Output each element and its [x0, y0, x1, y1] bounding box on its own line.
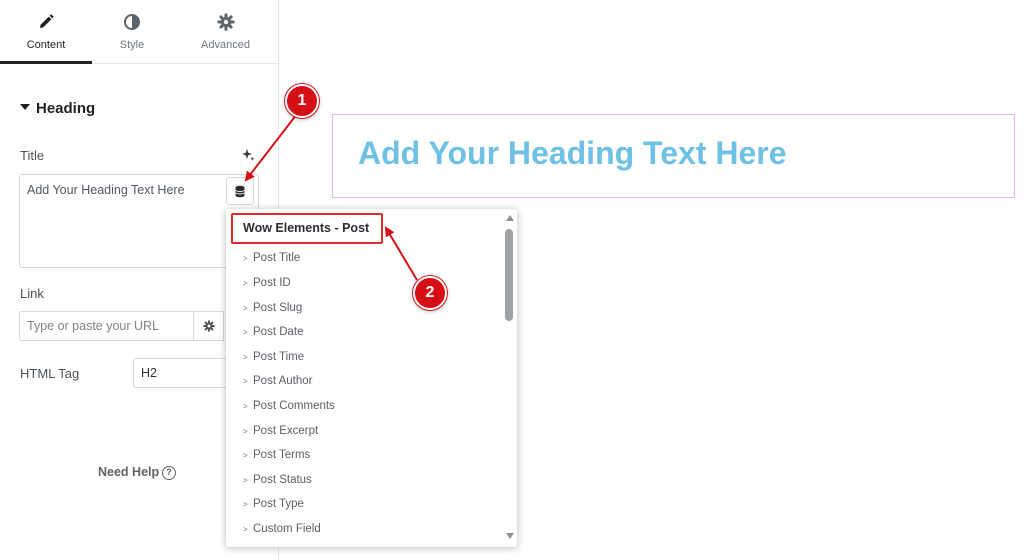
- dropdown-item-label: Post Author: [253, 375, 313, 387]
- callout-badge-2: 2: [413, 276, 447, 310]
- dropdown-item-label: Post ID: [253, 277, 291, 289]
- dropdown-item-label: Post Terms: [253, 449, 311, 461]
- dropdown-item-label: Post Type: [253, 498, 304, 510]
- title-textarea[interactable]: Add Your Heading Text Here: [19, 174, 259, 268]
- dropdown-scrollbar[interactable]: [502, 209, 517, 547]
- preview-heading-text: Add Your Heading Text Here: [358, 135, 787, 171]
- dropdown-item-post-status[interactable]: > Post Status: [243, 474, 312, 486]
- tab-content[interactable]: Content: [0, 0, 92, 64]
- html-tag-label: HTML Tag: [20, 366, 80, 381]
- pencil-icon: [40, 14, 54, 28]
- scroll-down-arrow-icon[interactable]: [506, 533, 514, 539]
- dropdown-item-label: Post Title: [253, 252, 301, 264]
- dropdown-item-post-author[interactable]: > Post Author: [243, 375, 312, 387]
- tab-style[interactable]: Style: [92, 0, 172, 64]
- link-options-button[interactable]: [194, 311, 224, 341]
- section-toggle-heading[interactable]: Heading: [20, 100, 95, 117]
- dynamic-tags-dropdown: Wow Elements - Post > Post Title > Post ID…: [226, 209, 517, 547]
- scrollbar-thumb[interactable]: [505, 229, 513, 321]
- dropdown-item-post-type[interactable]: > Post Type: [243, 498, 304, 510]
- dropdown-item-post-date[interactable]: > Post Date: [243, 326, 304, 338]
- dropdown-item-label: Post Status: [253, 474, 312, 486]
- dropdown-item-label: Post Slug: [253, 302, 303, 314]
- group-highlight-box: [231, 213, 383, 244]
- title-value: Add Your Heading Text Here: [27, 183, 185, 197]
- dropdown-item-label: Post Time: [253, 351, 305, 363]
- gear-icon: [216, 13, 235, 31]
- need-help-link[interactable]: Need Help: [98, 465, 159, 479]
- dropdown-item-post-terms[interactable]: > Post Terms: [243, 449, 310, 461]
- scroll-up-arrow-icon[interactable]: [506, 215, 514, 221]
- dropdown-item-post-slug[interactable]: > Post Slug: [243, 302, 302, 314]
- dropdown-item-label: Post Comments: [253, 400, 335, 412]
- dynamic-tags-button[interactable]: [226, 177, 254, 205]
- panel-tabs: Content Style Advanced: [0, 0, 279, 64]
- dropdown-item-post-title[interactable]: > Post Title: [243, 252, 300, 264]
- heading-widget-preview[interactable]: Add Your Heading Text Here: [332, 114, 1015, 198]
- question-circle-icon[interactable]: ?: [162, 466, 176, 480]
- active-tab-indicator: [0, 61, 92, 64]
- sparkle-icon[interactable]: [241, 148, 255, 162]
- link-url-input[interactable]: Type or paste your URL: [19, 311, 194, 341]
- dropdown-item-label: Custom Field: [253, 523, 321, 535]
- database-icon: [235, 185, 245, 197]
- tab-advanced[interactable]: Advanced: [172, 0, 279, 64]
- dropdown-item-label: Post Excerpt: [253, 425, 319, 437]
- tab-label: Content: [26, 39, 66, 51]
- caret-down-icon: [20, 104, 30, 111]
- link-label: Link: [20, 286, 44, 301]
- section-title: Heading: [36, 100, 96, 117]
- gear-icon: [202, 320, 215, 332]
- tab-label: Style: [119, 39, 145, 51]
- callout-badge-1: 1: [285, 84, 319, 118]
- dropdown-item-label: Post Date: [253, 326, 304, 338]
- dropdown-item-post-id[interactable]: > Post ID: [243, 277, 291, 289]
- title-label: Title: [20, 148, 45, 163]
- tab-label: Advanced: [201, 39, 250, 51]
- html-tag-select[interactable]: H2: [133, 358, 228, 388]
- dropdown-item-custom-field[interactable]: > Custom Field: [243, 523, 321, 535]
- dropdown-item-post-comments[interactable]: > Post Comments: [243, 400, 335, 412]
- dropdown-item-post-time[interactable]: > Post Time: [243, 351, 304, 363]
- contrast-icon: [124, 14, 140, 30]
- dropdown-item-post-excerpt[interactable]: > Post Excerpt: [243, 425, 318, 437]
